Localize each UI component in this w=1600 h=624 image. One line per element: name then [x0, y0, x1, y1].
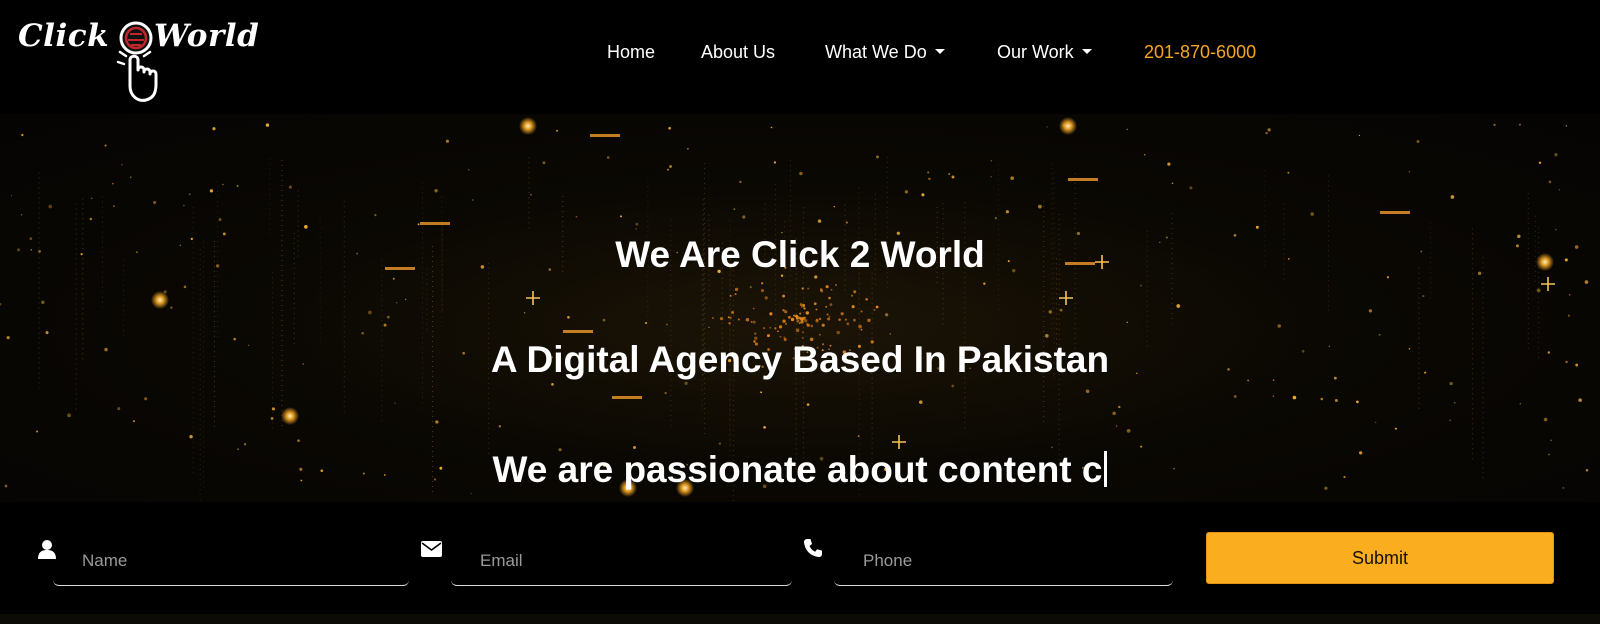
nav-our-work-label: Our Work	[997, 42, 1074, 62]
submit-button[interactable]: Submit	[1206, 532, 1554, 584]
phone-icon	[804, 539, 822, 557]
hero-headline: We Are Click 2 World	[615, 234, 985, 275]
nav-about-us[interactable]: About Us	[701, 42, 775, 63]
site-header: Click World Home About Us What We Do Our…	[0, 0, 1600, 114]
phone-input[interactable]	[834, 546, 1173, 576]
envelope-icon	[421, 541, 442, 557]
page-bottom-strip	[0, 614, 1600, 624]
hero-typing-text-content: We are passionate about content c	[492, 449, 1103, 490]
hero-subheadline: A Digital Agency Based In Pakistan	[490, 339, 1110, 380]
logo-word-right: World	[154, 18, 260, 54]
nav-home[interactable]: Home	[607, 42, 655, 63]
nav-our-work[interactable]: Our Work	[997, 42, 1092, 63]
hero-background-particles	[0, 117, 1589, 502]
contact-form: Submit	[0, 502, 1600, 614]
typing-cursor	[1104, 451, 1108, 487]
chevron-down-icon	[1081, 49, 1092, 54]
hero-banner: We Are Click 2 World A Digital Agency Ba…	[0, 114, 1600, 502]
hero-typing-text: We are passionate about content c	[0, 449, 1600, 491]
name-input[interactable]	[53, 546, 409, 576]
logo-word-left: Click	[18, 18, 110, 54]
hand-pointer-icon	[116, 21, 158, 102]
phone-field	[834, 532, 1173, 586]
nav-phone-link[interactable]: 201-870-6000	[1144, 42, 1256, 63]
name-field	[53, 532, 409, 586]
nav-what-we-do-label: What We Do	[825, 42, 927, 62]
email-input[interactable]	[451, 546, 792, 576]
logo[interactable]: Click World	[18, 12, 268, 104]
chevron-down-icon	[934, 49, 945, 54]
nav-what-we-do[interactable]: What We Do	[825, 42, 945, 63]
email-field	[451, 532, 792, 586]
